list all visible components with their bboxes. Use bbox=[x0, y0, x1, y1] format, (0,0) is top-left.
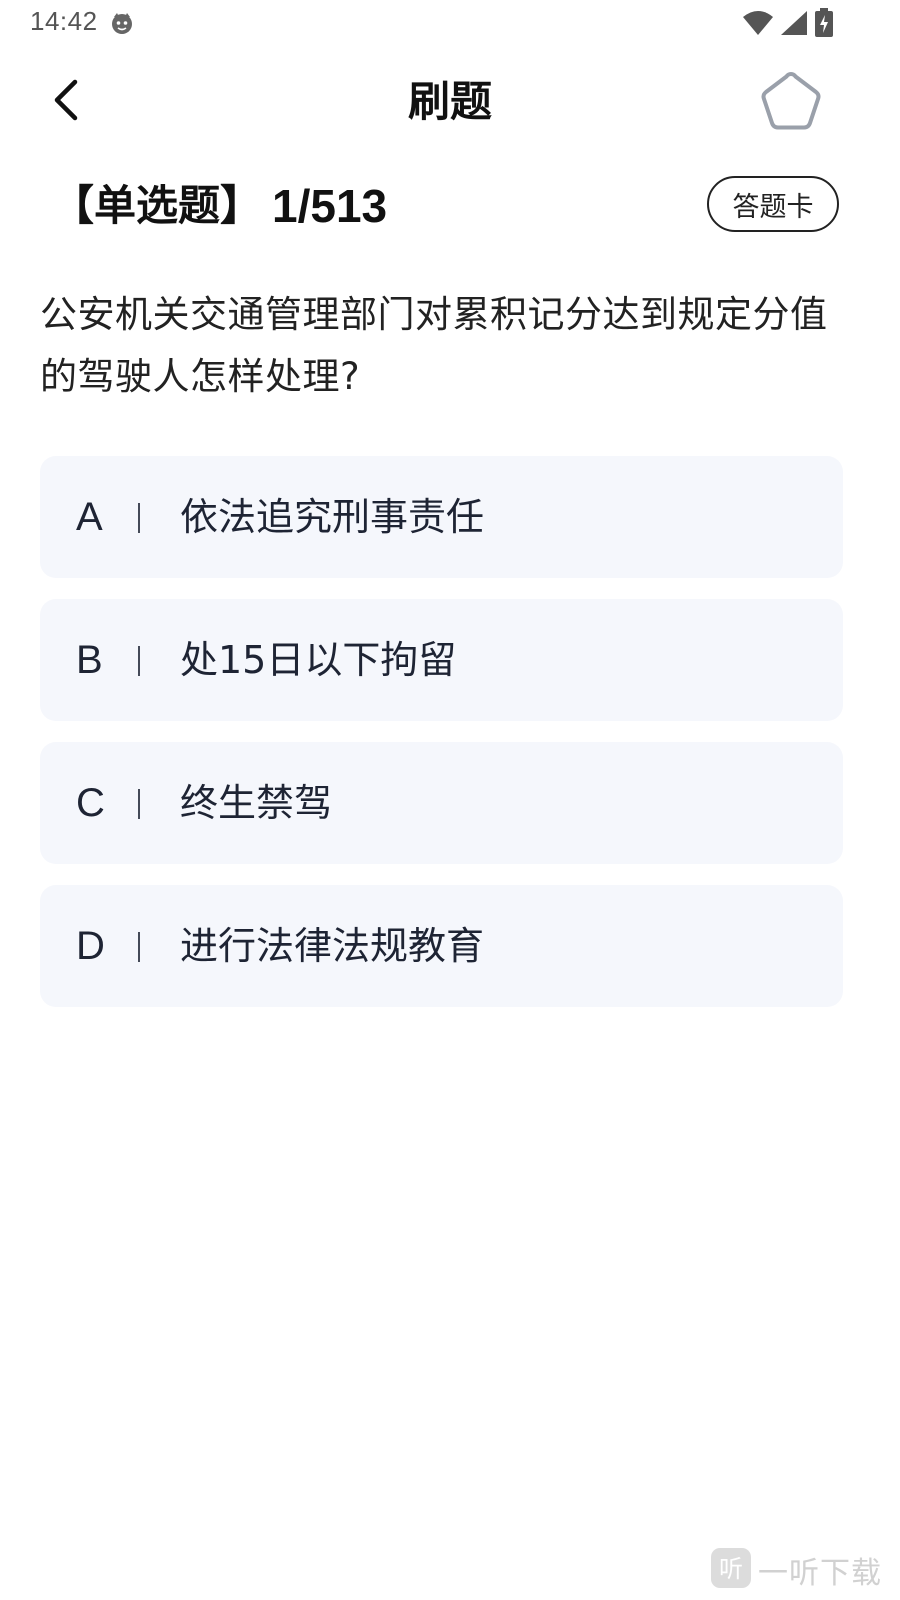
question-progress: 1/513 bbox=[272, 180, 388, 232]
option-divider bbox=[138, 789, 140, 819]
favorite-button[interactable] bbox=[758, 70, 824, 136]
status-time: 14:42 bbox=[30, 6, 98, 36]
option-divider bbox=[138, 932, 140, 962]
option-letter: D bbox=[76, 924, 105, 968]
battery-charging-icon bbox=[814, 8, 834, 38]
option-d[interactable]: D 进行法律法规教育 bbox=[40, 885, 843, 1007]
star-outline-icon bbox=[759, 70, 823, 136]
status-bar: 14:42 bbox=[0, 0, 900, 48]
question-type-label: 【单选题】 bbox=[52, 181, 263, 230]
nav-bar: 刷题 bbox=[0, 60, 900, 144]
option-text: 进行法律法规教育 bbox=[180, 924, 485, 968]
status-icons bbox=[742, 8, 834, 38]
question-text: 公安机关交通管理部门对累积记分达到规定分值的驾驶人怎样处理? bbox=[40, 293, 828, 398]
cellular-signal-icon bbox=[780, 10, 808, 36]
option-letter: A bbox=[76, 495, 103, 539]
watermark-logo-text: 听 bbox=[719, 1555, 743, 1583]
option-divider bbox=[138, 646, 140, 676]
watermark-logo-icon: 听 bbox=[710, 1547, 752, 1593]
option-text: 依法追究刑事责任 bbox=[180, 495, 485, 539]
watermark-text: 一听下载 bbox=[758, 1556, 882, 1591]
wifi-icon bbox=[742, 10, 774, 36]
answer-card-button[interactable]: 答题卡 bbox=[707, 176, 839, 232]
option-letter: C bbox=[76, 781, 105, 825]
option-text: 终生禁驾 bbox=[180, 781, 333, 825]
question-header: 【单选题】 1/513 答题卡 bbox=[44, 172, 856, 242]
option-text: 处15日以下拘留 bbox=[180, 638, 457, 682]
option-c[interactable]: C 终生禁驾 bbox=[40, 742, 843, 864]
options-list: A 依法追究刑事责任 B 处15日以下拘留 C 终生禁驾 D 进行法律法规教育 bbox=[40, 456, 843, 1028]
option-letter: B bbox=[76, 638, 103, 682]
option-divider bbox=[138, 503, 140, 533]
cat-face-icon bbox=[110, 11, 134, 35]
option-b[interactable]: B 处15日以下拘留 bbox=[40, 599, 843, 721]
option-a[interactable]: A 依法追究刑事责任 bbox=[40, 456, 843, 578]
watermark: 听 一听下载 bbox=[710, 1548, 882, 1592]
